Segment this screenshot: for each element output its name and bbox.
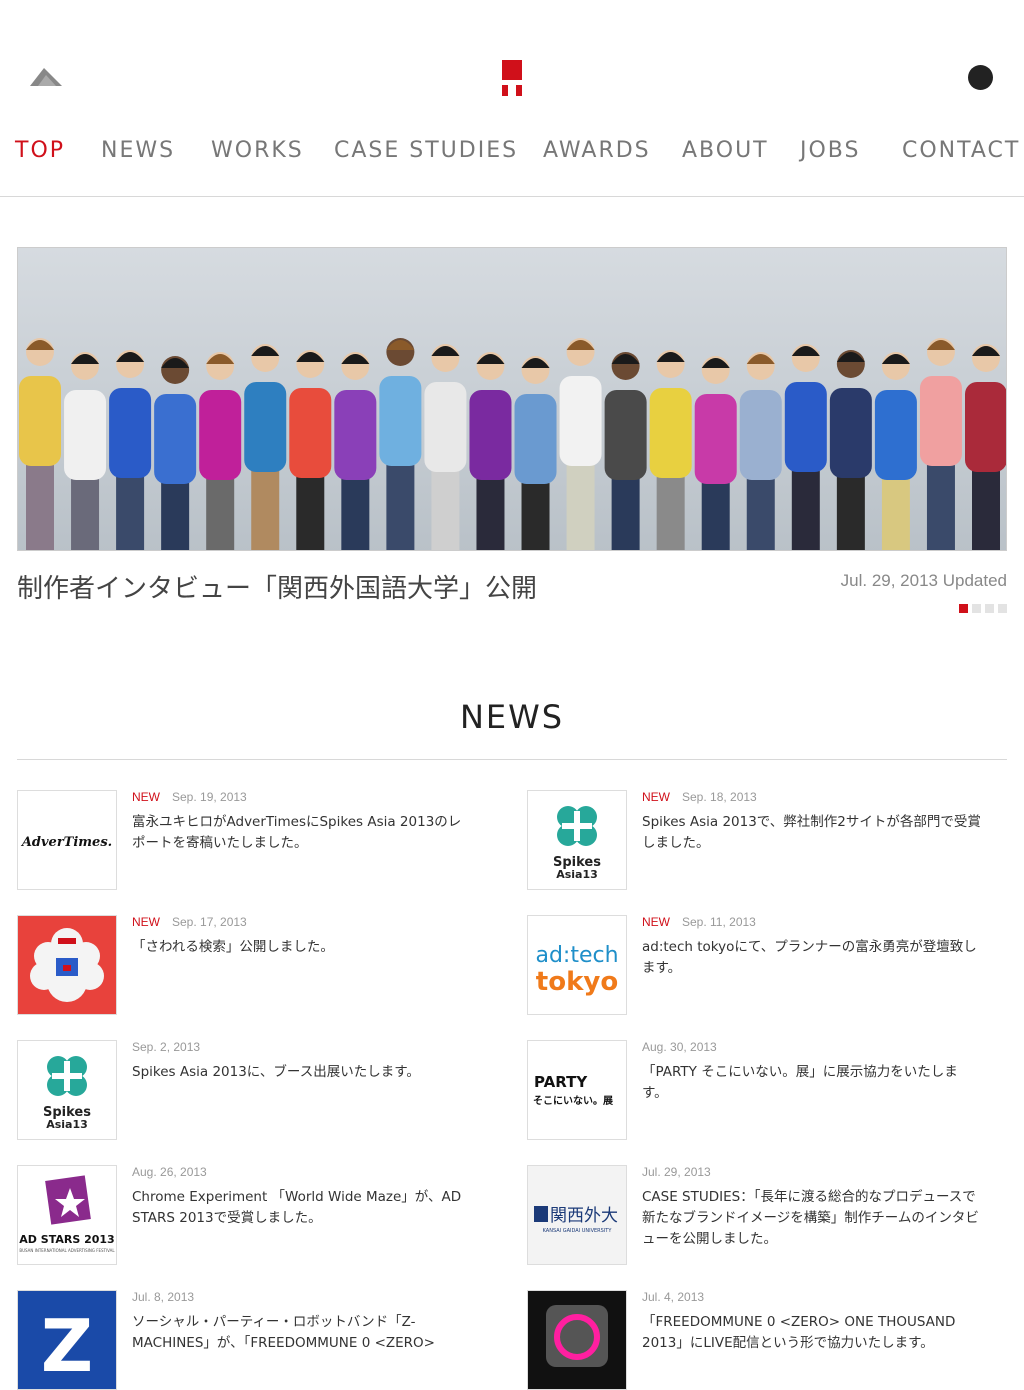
news-thumbnail: Z (17, 1290, 117, 1390)
svg-text:tokyo: tokyo (536, 967, 618, 997)
svg-text:そこにいない。展: そこにいない。展 (533, 1095, 613, 1107)
new-badge: NEW (642, 915, 670, 929)
svg-text:KANSAI GAIDAI UNIVERSITY: KANSAI GAIDAI UNIVERSITY (543, 1228, 613, 1234)
news-date: Aug. 26, 2013 (132, 1165, 207, 1179)
nav-awards[interactable]: AWARDS (543, 138, 651, 163)
slide-dot[interactable] (998, 604, 1007, 613)
new-badge: NEW (132, 790, 160, 804)
news-date: Sep. 18, 2013 (682, 790, 757, 804)
news-date: Jul. 29, 2013 (642, 1165, 711, 1179)
svg-text:ad:tech: ad:tech (535, 943, 618, 968)
news-thumbnail: Spikes Asia13 (17, 1040, 117, 1140)
news-text: 「PARTY そこにいない。展」に展示協力をいたします。 (642, 1064, 958, 1101)
slide-dot[interactable] (959, 604, 968, 613)
svg-text:BUSAN INTERNATIONAL ADVERTISIN: BUSAN INTERNATIONAL ADVERTISING FESTIVAL (19, 1248, 115, 1253)
svg-text:Asia13: Asia13 (46, 1118, 88, 1131)
svg-text:AdverTimes.: AdverTimes. (20, 835, 112, 850)
slide-dot[interactable] (985, 604, 994, 613)
slide-dot[interactable] (972, 604, 981, 613)
news-text: 富永ユキヒロがAdverTimesにSpikes Asia 2013のレポートを… (132, 814, 462, 851)
svg-text:関西外大: 関西外大 (550, 1206, 618, 1226)
news-text: 「さわれる検索」公開しました。 (132, 939, 334, 955)
news-thumbnail: AD STARS 2013 BUSAN INTERNATIONAL ADVERT… (17, 1165, 117, 1265)
news-item[interactable]: Spikes Asia13 Sep. 2, 2013 Spikes Asia 2… (17, 1040, 507, 1140)
news-item[interactable]: Z Jul. 8, 2013 ソーシャル・パーティー・ロボットバンド「Z-MAC… (17, 1290, 507, 1390)
new-badge: NEW (132, 915, 160, 929)
divider (17, 759, 1007, 760)
nav-works[interactable]: WORKS (211, 138, 304, 163)
news-thumbnail (527, 1290, 627, 1390)
nav-jobs[interactable]: JOBS (800, 138, 860, 163)
news-item[interactable]: Jul. 4, 2013 「FREEDOMMUNE 0 <ZERO> ONE T… (527, 1290, 1017, 1390)
news-text: ad:tech tokyoにて、プランナーの富永勇亮が登壇致します。 (642, 939, 977, 976)
news-item[interactable]: ad:tech tokyo NEW Sep. 11, 2013 ad:tech t… (527, 915, 1017, 1015)
site-header: TOP NEWS WORKS CASE STUDIES AWARDS ABOUT… (0, 0, 1024, 197)
main-nav: TOP NEWS WORKS CASE STUDIES AWARDS ABOUT… (0, 138, 1024, 172)
news-text: Spikes Asia 2013に、ブース出展いたします。 (132, 1064, 420, 1080)
logo-icon[interactable] (502, 60, 522, 96)
news-text: 「FREEDOMMUNE 0 <ZERO> ONE THOUSAND 2013」… (642, 1314, 956, 1351)
svg-text:Asia13: Asia13 (556, 868, 598, 881)
slide-indicator (959, 604, 1007, 613)
news-thumbnail: Spikes Asia13 (527, 790, 627, 890)
news-item[interactable]: Spikes Asia13 NEW Sep. 18, 2013 Spikes As… (527, 790, 1017, 890)
news-item[interactable]: AdverTimes. NEW Sep. 19, 2013 富永ユキヒロがAdve… (17, 790, 507, 890)
svg-text:Z: Z (41, 1304, 93, 1388)
news-thumbnail: 関西外大 KANSAI GAIDAI UNIVERSITY (527, 1165, 627, 1265)
news-thumbnail (17, 915, 117, 1015)
news-date: Sep. 2, 2013 (132, 1040, 201, 1054)
news-item[interactable]: PARTY そこにいない。展 Aug. 30, 2013 「PARTY そこにい… (527, 1040, 1017, 1140)
news-date: Jul. 4, 2013 (642, 1290, 705, 1304)
news-text: Chrome Experiment 「World Wide Maze」が、AD … (132, 1189, 462, 1226)
news-thumbnail: ad:tech tokyo (527, 915, 627, 1015)
news-date: Aug. 30, 2013 (642, 1040, 717, 1054)
news-text: Spikes Asia 2013で、弊社制作2サイトが各部門で受賞しました。 (642, 814, 981, 851)
nav-news[interactable]: NEWS (101, 138, 175, 163)
news-heading: NEWS (459, 698, 565, 736)
hero-image[interactable] (17, 247, 1007, 551)
news-item[interactable]: AD STARS 2013 BUSAN INTERNATIONAL ADVERT… (17, 1165, 507, 1265)
hero-date: Jul. 29, 2013 Updated (840, 571, 1007, 590)
new-badge: NEW (642, 790, 670, 804)
news-text: ソーシャル・パーティー・ロボットバンド「Z-MACHINES」が、「FREEDO… (132, 1314, 435, 1351)
news-item[interactable]: NEW Sep. 17, 2013 「さわれる検索」公開しました。 (17, 915, 507, 1015)
news-thumbnail: PARTY そこにいない。展 (527, 1040, 627, 1140)
svg-text:PARTY: PARTY (534, 1073, 588, 1091)
news-date: Sep. 17, 2013 (172, 915, 247, 929)
news-text: CASE STUDIES：「長年に渡る総合的なプロデュースで新たなブランドイメー… (642, 1189, 979, 1247)
nav-top[interactable]: TOP (15, 138, 65, 163)
nav-contact[interactable]: CONTACT (902, 138, 1020, 163)
mountain-icon[interactable] (30, 66, 62, 86)
news-date: Jul. 8, 2013 (132, 1290, 195, 1304)
svg-text:AD STARS 2013: AD STARS 2013 (19, 1233, 114, 1246)
hero-title[interactable]: 制作者インタビュー「関西外国語大学」公開 (17, 568, 537, 605)
nav-case-studies[interactable]: CASE STUDIES (334, 138, 518, 163)
news-date: Sep. 11, 2013 (682, 915, 756, 929)
news-date: Sep. 19, 2013 (172, 790, 247, 804)
news-item[interactable]: 関西外大 KANSAI GAIDAI UNIVERSITY Jul. 29, 2… (527, 1165, 1017, 1265)
hero-photo (18, 248, 1006, 550)
nav-about[interactable]: ABOUT (682, 138, 769, 163)
news-thumbnail: AdverTimes. (17, 790, 117, 890)
menu-dot-icon[interactable] (968, 65, 993, 90)
